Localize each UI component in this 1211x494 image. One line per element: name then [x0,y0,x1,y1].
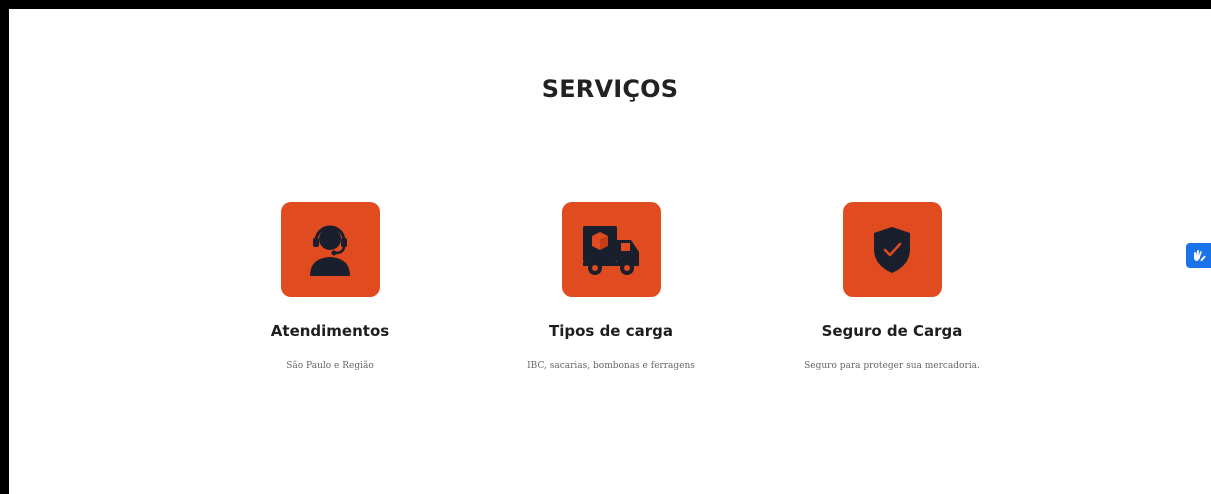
service-card-tipos-de-carga: Tipos de carga IBC, sacarias, bombonas e… [461,202,761,373]
screenshot-frame: SERVIÇOS Atendimentos São Paulo e Região… [0,0,1211,494]
accessibility-widget-button[interactable] [1186,243,1211,268]
service-description: Seguro para proteger sua mercadoria. [804,361,980,371]
service-title: Seguro de Carga [821,322,963,340]
service-title: Atendimentos [270,322,390,340]
shield-check-icon [874,226,910,273]
services-page: SERVIÇOS Atendimentos São Paulo e Região… [9,9,1211,494]
service-description: São Paulo e Região [286,361,374,371]
service-icon-box [842,202,942,297]
service-icon-box [280,202,380,297]
headset-agent-icon [310,225,350,276]
sign-language-hands-icon [1193,249,1206,261]
service-card-atendimentos: Atendimentos São Paulo e Região [180,202,480,373]
service-icon-box [561,202,661,297]
service-card-seguro-de-carga: Seguro de Carga Seguro para proteger sua… [742,202,1042,373]
service-title: Tipos de carga [549,322,673,340]
service-description: IBC, sacarias, bombonas e ferragens [527,361,695,371]
delivery-truck-icon [583,225,639,275]
section-title: SERVIÇOS [541,75,679,103]
